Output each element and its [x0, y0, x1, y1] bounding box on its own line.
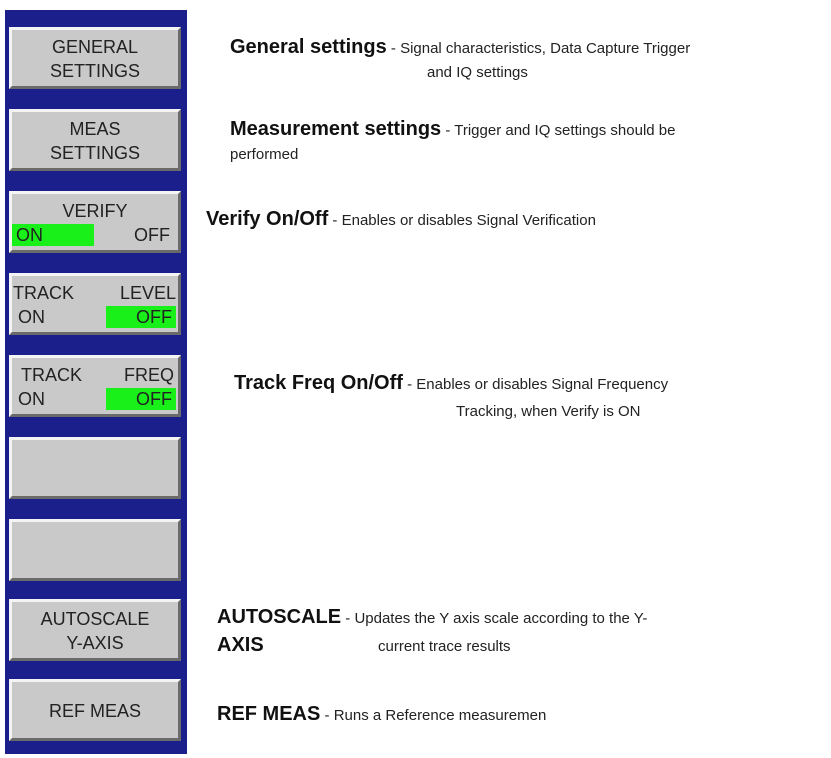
verify-desc-title: Verify On/Off	[206, 208, 329, 230]
track-freq-description: Track Freq On/Off - Enables or disables …	[234, 372, 668, 395]
autoscale-label-line2: Y-AXIS	[66, 633, 124, 653]
separator: -	[402, 376, 417, 393]
ref-meas-label: REF MEAS	[48, 701, 141, 721]
meas-settings-description: Measurement settings - Trigger and IQ se…	[230, 118, 675, 141]
general-settings-button[interactable]: GENERAL SETTINGS	[9, 27, 181, 89]
autoscale-desc-text1: Updates the Y axis scale according to th…	[354, 610, 648, 627]
track-level-on-option: ON	[18, 307, 45, 327]
verify-off-option: OFF	[134, 225, 170, 245]
track-freq-title-left: TRACK	[21, 365, 83, 385]
separator: -	[328, 212, 342, 229]
general-settings-label-line2: SETTINGS	[49, 61, 140, 81]
autoscale-desc-line2: AXIS	[217, 634, 264, 657]
track-level-title-right: LEVEL	[119, 283, 176, 303]
general-settings-desc-text2: and IQ settings	[427, 64, 528, 81]
general-settings-description: General settings - Signal characteristic…	[230, 36, 690, 59]
autoscale-description: AUTOSCALE - Updates the Y axis scale acc…	[217, 606, 647, 629]
softkey-panel: GENERAL SETTINGS MEAS SETTINGS VERIFY ON…	[5, 10, 187, 754]
empty-softkey-2[interactable]	[9, 519, 181, 581]
meas-settings-label-line1: MEAS	[69, 119, 121, 139]
verify-description: Verify On/Off - Enables or disables Sign…	[206, 208, 596, 231]
track-level-toggle-button[interactable]: TRACK LEVEL ON OFF	[9, 273, 181, 335]
autoscale-desc-title1: AUTOSCALE	[217, 606, 342, 628]
general-settings-desc-title: General settings	[230, 36, 387, 58]
track-freq-toggle-button[interactable]: TRACK FREQ ON OFF	[9, 355, 181, 417]
autoscale-y-axis-button[interactable]: AUTOSCALE Y-AXIS	[9, 599, 181, 661]
autoscale-label-line1: AUTOSCALE	[40, 609, 150, 629]
track-level-title-left: TRACK	[13, 283, 75, 303]
meas-settings-desc-text1: Trigger and IQ settings should be	[454, 122, 676, 139]
empty-softkey-1[interactable]	[9, 437, 181, 499]
verify-on-option: ON	[12, 224, 94, 246]
general-settings-desc-text1: Signal characteristics, Data Capture Tri…	[400, 40, 691, 57]
meas-settings-label-line2: SETTINGS	[49, 143, 140, 163]
ref-meas-desc-title: REF MEAS	[217, 703, 321, 725]
ref-meas-button[interactable]: REF MEAS	[9, 679, 181, 741]
track-level-off-option: OFF	[106, 306, 176, 328]
track-freq-on-option: ON	[18, 389, 45, 409]
separator: -	[320, 707, 334, 724]
verify-toggle-button[interactable]: VERIFY ON OFF	[9, 191, 181, 253]
track-freq-desc-text1: Enables or disables Signal Frequency	[416, 376, 669, 393]
autoscale-desc-text2: current trace results	[378, 638, 511, 655]
meas-settings-button[interactable]: MEAS SETTINGS	[9, 109, 181, 171]
track-freq-off-option: OFF	[106, 388, 176, 410]
track-freq-desc-text2: Tracking, when Verify is ON	[456, 403, 641, 420]
meas-settings-desc-text2: performed	[230, 146, 299, 163]
separator: -	[386, 40, 401, 57]
separator: -	[341, 610, 355, 627]
separator: -	[441, 122, 455, 139]
autoscale-desc-title2: AXIS	[217, 634, 264, 656]
general-settings-label-line1: GENERAL	[51, 37, 139, 57]
track-freq-title-right: FREQ	[123, 365, 174, 385]
verify-title: VERIFY	[62, 201, 128, 221]
track-freq-desc-title: Track Freq On/Off	[234, 372, 403, 394]
ref-meas-description: REF MEAS - Runs a Reference measuremen	[217, 703, 546, 726]
verify-desc-text1: Enables or disables Signal Verification	[341, 212, 596, 229]
ref-meas-desc-text1: Runs a Reference measuremen	[333, 707, 547, 724]
meas-settings-desc-title: Measurement settings	[230, 118, 442, 140]
